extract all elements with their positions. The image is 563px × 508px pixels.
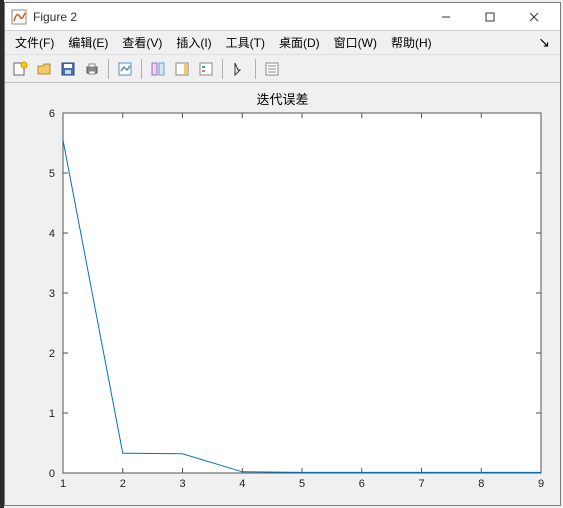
data-cursor-button[interactable] — [147, 58, 169, 80]
svg-text:1: 1 — [60, 478, 66, 490]
insert-colorbar-button[interactable] — [171, 58, 193, 80]
insert-legend-button[interactable] — [195, 58, 217, 80]
open-button[interactable] — [33, 58, 55, 80]
svg-text:2: 2 — [49, 348, 55, 360]
svg-text:5: 5 — [299, 478, 305, 490]
property-editor-button[interactable] — [261, 58, 283, 80]
link-plot-button[interactable] — [114, 58, 136, 80]
close-button[interactable] — [512, 3, 556, 31]
print-button[interactable] — [81, 58, 103, 80]
menu-tools[interactable]: 工具(T) — [220, 32, 271, 53]
menu-window[interactable]: 窗口(W) — [328, 32, 383, 53]
menu-file[interactable]: 文件(F) — [9, 32, 60, 53]
menubar: 文件(F) 编辑(E) 查看(V) 插入(I) 工具(T) 桌面(D) 窗口(W… — [5, 31, 560, 55]
window-title: Figure 2 — [33, 10, 424, 24]
svg-text:8: 8 — [478, 478, 484, 490]
maximize-button[interactable] — [468, 3, 512, 31]
svg-text:1: 1 — [49, 408, 55, 420]
svg-text:5: 5 — [49, 168, 55, 180]
svg-text:3: 3 — [49, 288, 55, 300]
menu-view[interactable]: 查看(V) — [116, 32, 168, 53]
line-chart[interactable]: 1234567890123456 — [23, 107, 553, 499]
svg-text:4: 4 — [49, 228, 55, 240]
toolbar-separator — [222, 59, 223, 79]
figure-window: Figure 2 文件(F) 编辑(E) 查看(V) 插入(I) 工具(T) 桌… — [4, 2, 561, 506]
svg-text:6: 6 — [49, 108, 55, 120]
svg-text:2: 2 — [120, 478, 126, 490]
toolbar-separator — [255, 59, 256, 79]
svg-text:0: 0 — [49, 468, 55, 480]
new-figure-button[interactable] — [9, 58, 31, 80]
menubar-overflow-icon[interactable]: ↘ — [532, 34, 556, 51]
save-button[interactable] — [57, 58, 79, 80]
edit-plot-button[interactable] — [228, 58, 250, 80]
svg-text:4: 4 — [239, 478, 245, 490]
menu-desktop[interactable]: 桌面(D) — [273, 32, 326, 53]
svg-text:7: 7 — [418, 478, 424, 490]
svg-text:6: 6 — [359, 478, 365, 490]
plot-area: 迭代误差 1234567890123456 — [5, 83, 560, 505]
svg-text:9: 9 — [538, 478, 544, 490]
toolbar-separator — [108, 59, 109, 79]
toolbar-separator — [141, 59, 142, 79]
chart-title: 迭代误差 — [5, 89, 560, 108]
titlebar[interactable]: Figure 2 — [5, 3, 560, 31]
minimize-button[interactable] — [424, 3, 468, 31]
toolbar — [5, 55, 560, 83]
svg-text:3: 3 — [179, 478, 185, 490]
matlab-figure-icon — [11, 9, 27, 25]
menu-help[interactable]: 帮助(H) — [385, 32, 438, 53]
menu-edit[interactable]: 编辑(E) — [62, 32, 114, 53]
menu-insert[interactable]: 插入(I) — [170, 32, 217, 53]
